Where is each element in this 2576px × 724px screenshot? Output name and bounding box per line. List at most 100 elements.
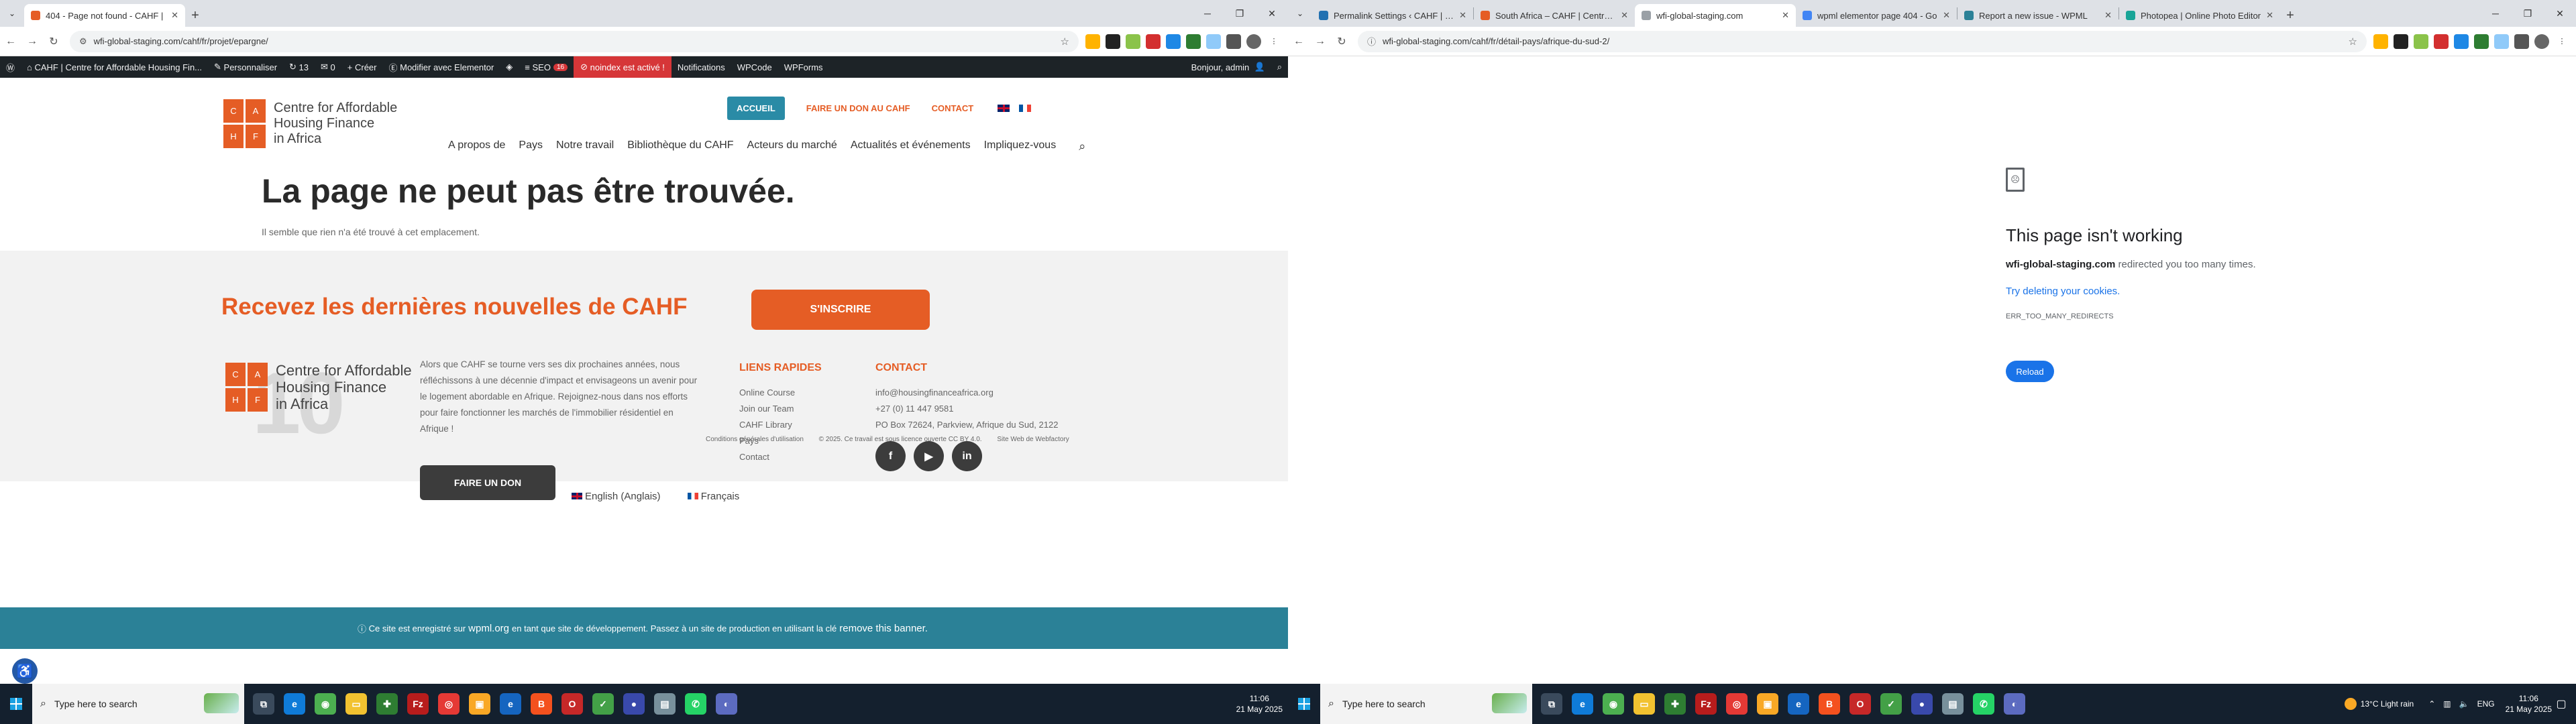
chrome-icon[interactable]: ◉ <box>315 693 336 715</box>
forward-icon[interactable]: → <box>1309 31 1331 52</box>
extension-icon[interactable] <box>1226 34 1241 49</box>
browser-tab[interactable]: Permalink Settings ‹ CAHF | Ce ✕ <box>1312 4 1473 27</box>
chevron-up-icon[interactable]: ⌃ <box>2428 699 2435 709</box>
clock[interactable]: 11:06 21 May 2025 <box>1236 693 1283 715</box>
app-gray-icon[interactable]: ▤ <box>1942 693 1964 715</box>
opera-icon[interactable]: O <box>1849 693 1871 715</box>
reload-icon[interactable]: ↻ <box>1331 31 1352 52</box>
notifications-icon[interactable]: ▢ <box>2552 684 2571 724</box>
wp-noindex-warning[interactable]: ⊘ noindex est activé ! <box>574 56 672 78</box>
restore-icon[interactable]: ❐ <box>1224 0 1256 27</box>
back-icon[interactable]: ← <box>0 31 21 52</box>
app-yellow-icon[interactable]: ▣ <box>469 693 490 715</box>
edge-beta-icon[interactable]: e <box>500 693 521 715</box>
edge-icon[interactable]: e <box>1572 693 1593 715</box>
bookmark-star-icon[interactable]: ☆ <box>1061 36 1069 48</box>
nav-item[interactable]: Acteurs du marché <box>747 139 837 154</box>
brave-icon[interactable]: B <box>531 693 552 715</box>
close-tab-icon[interactable]: ✕ <box>2266 10 2273 21</box>
site-info-icon[interactable]: ⚙ <box>79 36 87 47</box>
tab-search-icon[interactable]: ⌄ <box>0 0 24 27</box>
address-bar[interactable]: ⓘ wfi-global-staging.com/cahf/fr/détail-… <box>1358 30 2367 52</box>
browser-tab[interactable]: Photopea | Online Photo Editor ✕ <box>2119 4 2280 27</box>
browser-tab[interactable]: wfi-global-staging.com ✕ <box>1635 4 1796 27</box>
close-tab-icon[interactable]: ✕ <box>1621 10 1628 21</box>
app-purple-icon[interactable]: ◐ <box>2004 693 2025 715</box>
new-tab-button[interactable]: + <box>185 4 205 27</box>
extension-icon[interactable] <box>1085 34 1100 49</box>
wp-wpforms[interactable]: WPForms <box>778 56 829 78</box>
app-red-icon[interactable]: ◎ <box>1726 693 1748 715</box>
minimize-icon[interactable]: ─ <box>2479 0 2512 27</box>
opera-icon[interactable]: O <box>561 693 583 715</box>
reload-button[interactable]: Reload <box>2006 361 2054 382</box>
quick-link[interactable]: Contact <box>739 449 795 465</box>
contact-email[interactable]: info@housingfinanceafrica.org <box>875 385 1058 401</box>
menu-dots-icon[interactable]: ⋮ <box>1267 34 1281 49</box>
forward-icon[interactable]: → <box>21 31 43 52</box>
menu-dots-icon[interactable]: ⋮ <box>2555 34 2569 49</box>
bookmark-star-icon[interactable]: ☆ <box>2349 36 2357 48</box>
extension-icon[interactable] <box>2474 34 2489 49</box>
close-window-icon[interactable]: ✕ <box>2544 0 2576 27</box>
extension-icon[interactable] <box>2373 34 2388 49</box>
terms-link[interactable]: Conditions générales d'utilisation <box>706 436 804 443</box>
wpml-link[interactable]: wpml.org <box>468 623 509 634</box>
app-green2-icon[interactable]: ✓ <box>592 693 614 715</box>
whatsapp-icon[interactable]: ✆ <box>685 693 706 715</box>
site-logo[interactable]: C A H F Centre for Affordable Housing Fi… <box>223 99 397 148</box>
browser-tab[interactable]: Report a new issue - WPML ✕ <box>1957 4 2118 27</box>
task-view-icon[interactable]: ⧉ <box>1541 693 1562 715</box>
quick-link[interactable]: Online Course <box>739 385 795 401</box>
start-button[interactable] <box>1288 684 1320 724</box>
youtube-icon[interactable]: ▶ <box>914 441 944 471</box>
chrome-icon[interactable]: ◉ <box>1603 693 1624 715</box>
nav-item[interactable]: Bibliothèque du CAHF <box>627 139 733 154</box>
wp-new[interactable]: + Créer <box>341 56 383 78</box>
task-view-icon[interactable]: ⧉ <box>253 693 274 715</box>
webfactory-link[interactable]: Site Web de Webfactory <box>997 436 1069 443</box>
wordpress-logo-icon[interactable]: Ⓦ <box>0 56 21 78</box>
quick-link[interactable]: CAHF Library <box>739 417 795 433</box>
lang-english[interactable]: English (Anglais) <box>572 491 673 502</box>
close-tab-icon[interactable]: ✕ <box>2104 10 2112 21</box>
wp-notifications[interactable]: Notifications <box>672 56 731 78</box>
nav-item[interactable]: Pays <box>519 139 543 154</box>
address-bar[interactable]: ⚙ wfi-global-staging.com/cahf/fr/projet/… <box>70 30 1079 52</box>
site-search-icon[interactable]: ⌕ <box>1079 139 1085 154</box>
extension-icon[interactable] <box>1186 34 1201 49</box>
extension-icon[interactable] <box>1146 34 1161 49</box>
language-indicator[interactable]: ENG <box>2477 699 2495 709</box>
brave-icon[interactable]: B <box>1819 693 1840 715</box>
delete-cookies-link[interactable]: Try deleting your cookies. <box>2006 286 2120 297</box>
nav-item[interactable]: Notre travail <box>556 139 614 154</box>
app-blue-icon[interactable]: ● <box>623 693 645 715</box>
app-yellow-icon[interactable]: ▣ <box>1757 693 1778 715</box>
wp-updates[interactable]: ↻ 13 <box>283 56 315 78</box>
wp-divider-icon[interactable]: ◈ <box>500 56 519 78</box>
subscribe-button[interactable]: S'INSCRIRE <box>751 290 930 330</box>
app-red-icon[interactable]: ◎ <box>438 693 460 715</box>
extension-icon[interactable] <box>1126 34 1140 49</box>
browser-tab[interactable]: South Africa – CAHF | Centre fo ✕ <box>1474 4 1635 27</box>
taskbar-search[interactable]: ⌕ Type here to search <box>1320 684 1532 724</box>
extension-icon[interactable] <box>1206 34 1221 49</box>
app-purple-icon[interactable]: ◐ <box>716 693 737 715</box>
nav-donate-link[interactable]: FAIRE UN DON AU CAHF <box>806 103 910 113</box>
restore-icon[interactable]: ❐ <box>2512 0 2544 27</box>
files-icon[interactable]: ▭ <box>1633 693 1655 715</box>
nav-item[interactable]: A propos de <box>448 139 505 154</box>
volume-icon[interactable]: 🔈 <box>2459 699 2469 709</box>
extension-icon[interactable] <box>2394 34 2408 49</box>
wp-comments[interactable]: ✉ 0 <box>315 56 341 78</box>
extension-icon[interactable] <box>2434 34 2449 49</box>
lang-french[interactable]: Français <box>687 491 752 502</box>
accessibility-icon[interactable]: ♿ <box>12 658 38 684</box>
close-window-icon[interactable]: ✕ <box>1256 0 1288 27</box>
back-icon[interactable]: ← <box>1288 31 1309 52</box>
extension-icon[interactable] <box>2514 34 2529 49</box>
reload-icon[interactable]: ↻ <box>43 31 64 52</box>
nav-item[interactable]: Actualités et événements <box>851 139 971 154</box>
french-flag-icon[interactable] <box>1019 105 1032 112</box>
wp-account[interactable]: Bonjour, admin 👤 <box>1185 56 1271 78</box>
